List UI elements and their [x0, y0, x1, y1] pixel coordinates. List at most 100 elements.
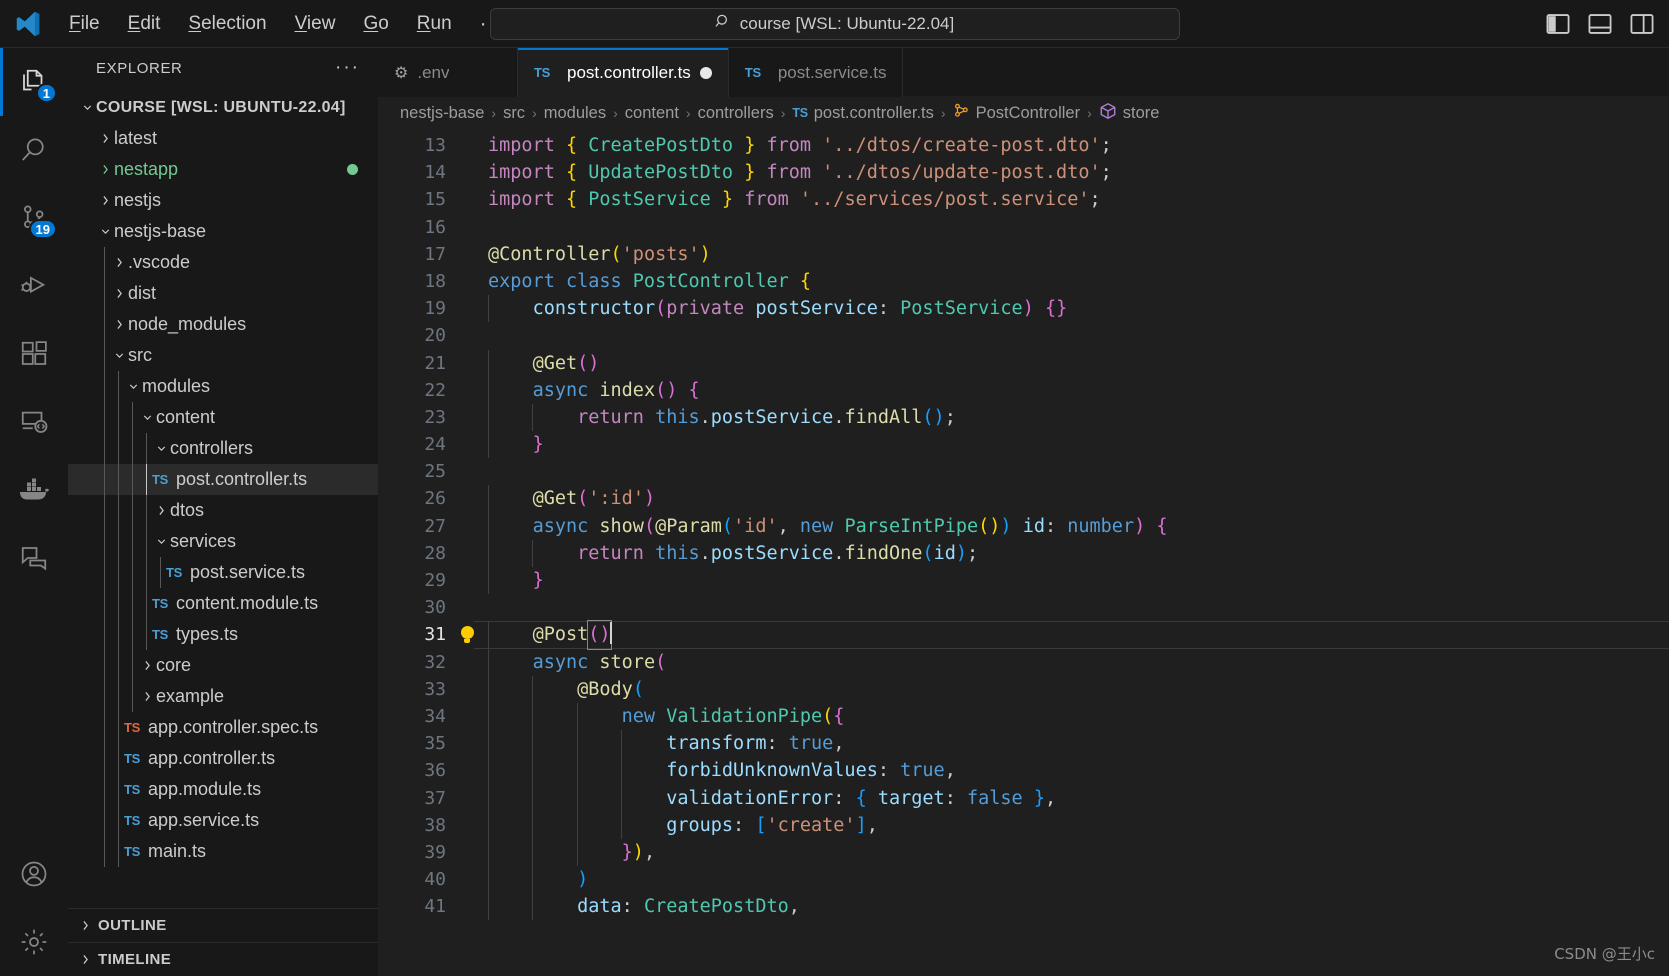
- code-line-13[interactable]: 13 import { CreatePostDto } from '../dtos…: [378, 132, 1669, 159]
- menu-edit[interactable]: Edit: [115, 9, 174, 38]
- unsaved-indicator-icon[interactable]: [699, 66, 712, 79]
- code-line-21[interactable]: 21 @Get(): [378, 349, 1669, 377]
- breadcrumb-item-src[interactable]: src: [503, 104, 525, 123]
- tree-item-src[interactable]: src: [68, 340, 378, 371]
- typescript-file-icon: TS: [744, 65, 761, 80]
- code-line-28[interactable]: 28 return this.postService.findOne(id);: [378, 539, 1669, 568]
- menu-go[interactable]: Go: [350, 9, 401, 38]
- breadcrumb-item-controllers[interactable]: controllers: [698, 104, 774, 123]
- activity-explorer[interactable]: 1: [0, 48, 68, 116]
- code-line-34[interactable]: 34 new ValidationPipe({: [378, 702, 1669, 731]
- code-line-31[interactable]: 31 @Post(): [378, 620, 1669, 650]
- toggle-panel-icon[interactable]: [1587, 11, 1613, 37]
- tree-item-services[interactable]: services: [68, 526, 378, 557]
- code-line-25[interactable]: 25: [378, 458, 1669, 485]
- tree-item-example[interactable]: example: [68, 681, 378, 712]
- tab-post-controller[interactable]: TS post.controller.ts: [518, 48, 729, 97]
- breadcrumb-item-postcontroller[interactable]: PostController: [953, 102, 1080, 124]
- menu-file-mnemonic: F: [69, 13, 81, 34]
- chevron-right-icon: [110, 287, 128, 300]
- tree-item-controllers[interactable]: controllers: [68, 433, 378, 464]
- typescript-file-icon: TS: [124, 813, 141, 828]
- code-line-16[interactable]: 16: [378, 214, 1669, 241]
- tree-item-app-controller-ts[interactable]: TS app.controller.ts: [68, 743, 378, 774]
- code-line-17[interactable]: 17 @Controller('posts'): [378, 241, 1669, 268]
- activity-source-control[interactable]: 19: [0, 184, 68, 252]
- menu-selection[interactable]: Selection: [175, 9, 279, 38]
- tree-item-nestjs-base[interactable]: nestjs-base: [68, 216, 378, 247]
- outline-section[interactable]: OUTLINE: [68, 908, 378, 942]
- activity-docker[interactable]: [0, 456, 68, 524]
- tree-item-app-controller-spec-ts[interactable]: TS app.controller.spec.ts: [68, 712, 378, 743]
- code-line-15[interactable]: 15 import { PostService } from '../servic…: [378, 186, 1669, 213]
- tree-item-node-modules[interactable]: node_modules: [68, 309, 378, 340]
- command-center[interactable]: course [WSL: Ubuntu-22.04]: [489, 7, 1180, 40]
- tree-item-post-controller-ts[interactable]: TS post.controller.ts: [68, 464, 378, 495]
- code-editor[interactable]: 13 import { CreatePostDto } from '../dtos…: [378, 129, 1669, 976]
- code-line-37[interactable]: 37 validationError: { target: false },: [378, 784, 1669, 812]
- breadcrumb-item-store[interactable]: store: [1099, 102, 1159, 125]
- tree-item-nestjs[interactable]: nestjs: [68, 185, 378, 216]
- breadcrumb-item-content[interactable]: content: [625, 104, 679, 123]
- tree-item-content[interactable]: content: [68, 402, 378, 433]
- code-lines[interactable]: 13 import { CreatePostDto } from '../dtos…: [378, 129, 1669, 976]
- tree-item-nestapp[interactable]: nestapp: [68, 154, 378, 185]
- breadcrumb-item-post-controller-ts[interactable]: TS post.controller.ts: [792, 104, 934, 123]
- code-line-38[interactable]: 38 groups: ['create'],: [378, 811, 1669, 839]
- code-line-29[interactable]: 29 }: [378, 567, 1669, 595]
- tree-item-core[interactable]: core: [68, 650, 378, 681]
- code-line-18[interactable]: 18 export class PostController {: [378, 268, 1669, 295]
- tree-item-main-ts[interactable]: TS main.ts: [68, 836, 378, 867]
- tab-env[interactable]: ⚙ .env: [378, 48, 518, 97]
- tree-item-dist[interactable]: dist: [68, 278, 378, 309]
- code-line-27[interactable]: 27 async show(@Param('id', new ParseIntP…: [378, 512, 1669, 540]
- code-line-23[interactable]: 23 return this.postService.findAll();: [378, 403, 1669, 432]
- tree-item-course-root[interactable]: COURSE [WSL: UBUNTU-22.04]: [68, 92, 378, 123]
- code-line-39[interactable]: 39 }),: [378, 838, 1669, 867]
- code-line-19[interactable]: 19 constructor(private postService: Post…: [378, 295, 1669, 323]
- activity-accounts[interactable]: [0, 840, 68, 908]
- tree-item-vscode[interactable]: .vscode: [68, 247, 378, 278]
- code-line-22[interactable]: 22 async index() {: [378, 376, 1669, 404]
- tab-post-service[interactable]: TS post.service.ts: [728, 48, 904, 97]
- code-line-26[interactable]: 26 @Get(':id'): [378, 485, 1669, 513]
- breadcrumb-item-nestjs-base[interactable]: nestjs-base: [400, 104, 484, 123]
- activity-remote-explorer[interactable]: [0, 388, 68, 456]
- activity-search[interactable]: [0, 116, 68, 184]
- menu-view[interactable]: View: [282, 9, 349, 38]
- tree-item-dtos[interactable]: dtos: [68, 495, 378, 526]
- tree-item-types-ts[interactable]: TS types.ts: [68, 619, 378, 650]
- code-line-24[interactable]: 24 }: [378, 431, 1669, 459]
- activity-settings[interactable]: [0, 908, 68, 976]
- activity-extensions[interactable]: [0, 320, 68, 388]
- menu-file[interactable]: File: [56, 9, 113, 38]
- toggle-secondary-sidebar-icon[interactable]: [1629, 11, 1655, 37]
- code-line-33[interactable]: 33 @Body(: [378, 675, 1669, 703]
- code-line-41[interactable]: 41 data: CreatePostDto,: [378, 893, 1669, 921]
- code-line-40[interactable]: 40 ): [378, 866, 1669, 894]
- toggle-primary-sidebar-icon[interactable]: [1545, 11, 1571, 37]
- tree-item-app-service-ts[interactable]: TS app.service.ts: [68, 805, 378, 836]
- code-line-14[interactable]: 14 import { UpdatePostDto } from '../dtos…: [378, 159, 1669, 186]
- code-line-30[interactable]: 30: [378, 594, 1669, 621]
- breadcrumb-item-modules[interactable]: modules: [544, 104, 606, 123]
- tree-item-latest[interactable]: latest: [68, 123, 378, 154]
- code-line-32[interactable]: 32 async store(: [378, 648, 1669, 676]
- code-action-lightbulb-icon[interactable]: [446, 621, 488, 648]
- tree-item-modules[interactable]: modules: [68, 371, 378, 402]
- tree-item-label: content.module.ts: [176, 593, 319, 613]
- file-tree[interactable]: COURSE [WSL: UBUNTU-22.04] latest nestap…: [68, 88, 378, 908]
- code-line-35[interactable]: 35 transform: true,: [378, 730, 1669, 758]
- sidebar-more-actions-button[interactable]: ···: [335, 57, 360, 79]
- tree-item-post-service-ts[interactable]: TS post.service.ts: [68, 557, 378, 588]
- activity-run-debug[interactable]: [0, 252, 68, 320]
- code-line-36[interactable]: 36 forbidUnknownValues: true,: [378, 757, 1669, 785]
- tree-item-app-module-ts[interactable]: TS app.module.ts: [68, 774, 378, 805]
- timeline-section[interactable]: TIMELINE: [68, 942, 378, 976]
- line-number: 39: [424, 841, 446, 863]
- tree-item-content-module-ts[interactable]: TS content.module.ts: [68, 588, 378, 619]
- menu-run[interactable]: Run: [404, 9, 465, 38]
- activity-chat[interactable]: [0, 524, 68, 592]
- code-line-20[interactable]: 20: [378, 322, 1669, 349]
- chevron-right-icon: [96, 194, 114, 207]
